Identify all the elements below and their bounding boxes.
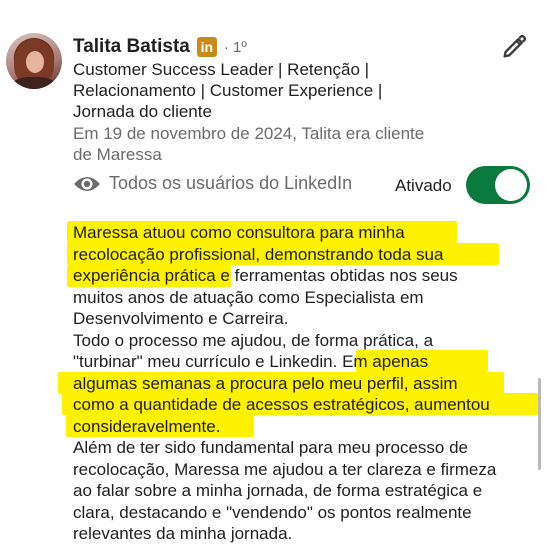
text-line: Maressa atuou como consultora para minha bbox=[73, 223, 405, 242]
profile-headline: Customer Success Leader | Retenção | Rel… bbox=[73, 59, 453, 122]
pencil-icon[interactable] bbox=[500, 33, 528, 61]
profile-name[interactable]: Talita Batista bbox=[73, 36, 190, 58]
text-line: Todo o processo me ajudou, de forma prát… bbox=[73, 330, 434, 350]
headline-line: Customer Success Leader | Retenção | bbox=[73, 60, 370, 79]
text-line: consideravelmente. bbox=[73, 416, 221, 436]
avatar-face bbox=[26, 51, 44, 73]
relationship-context: Em 19 de novembro de 2024, Talita era cl… bbox=[73, 123, 473, 165]
context-line: Em 19 de novembro de 2024, Talita era cl… bbox=[73, 124, 425, 143]
visibility-toggle[interactable] bbox=[466, 166, 530, 204]
context-line: de Maressa bbox=[73, 145, 162, 164]
text-line: muitos anos de atuação como Especialista… bbox=[73, 287, 424, 307]
name-row: Talita Batista in · 1º bbox=[73, 34, 247, 60]
text-line: relevantes da minha jornada. bbox=[73, 524, 293, 543]
headline-line: Relacionamento | Customer Experience | bbox=[73, 81, 383, 100]
text-line: experiência prática e ferramentas obtida… bbox=[73, 266, 458, 285]
visibility-label: Todos os usuários do LinkedIn bbox=[109, 173, 353, 193]
text-line: recolocação profissional, demonstrando t… bbox=[73, 244, 444, 264]
text-line: Além de ter sido fundamental para meu pr… bbox=[73, 438, 469, 457]
recommendation-card: Talita Batista in · 1º Customer Success … bbox=[0, 0, 552, 557]
text-line: clara, destacando e "vendendo" os pontos… bbox=[73, 502, 472, 522]
toggle-knob bbox=[495, 169, 527, 201]
text-line: "turbinar" meu currículo e Linkedin. Em … bbox=[73, 352, 429, 371]
text-line: ao falar sobre a minha jornada, de forma… bbox=[73, 481, 483, 500]
recommendation-text: Maressa atuou como consultora para minha… bbox=[73, 222, 543, 545]
visibility-setting: Todos os usuários do LinkedIn bbox=[73, 173, 352, 194]
text-line: algumas semanas a procura pelo meu perfi… bbox=[73, 373, 458, 393]
linkedin-badge-icon: in bbox=[196, 37, 217, 57]
scrollbar[interactable] bbox=[538, 378, 541, 470]
connection-degree: · 1º bbox=[223, 38, 247, 56]
text-line: recolocação, Maressa me ajudou a ter cla… bbox=[73, 459, 497, 479]
avatar[interactable] bbox=[6, 33, 62, 89]
avatar-shirt bbox=[12, 77, 56, 89]
eye-icon bbox=[74, 176, 100, 191]
headline-line: Jornada do cliente bbox=[73, 102, 212, 121]
text-line: Desenvolvimento e Carreira. bbox=[73, 309, 289, 328]
text-line: como a quantidade de acessos estratégico… bbox=[73, 395, 490, 414]
toggle-state-label: Ativado bbox=[395, 176, 452, 195]
